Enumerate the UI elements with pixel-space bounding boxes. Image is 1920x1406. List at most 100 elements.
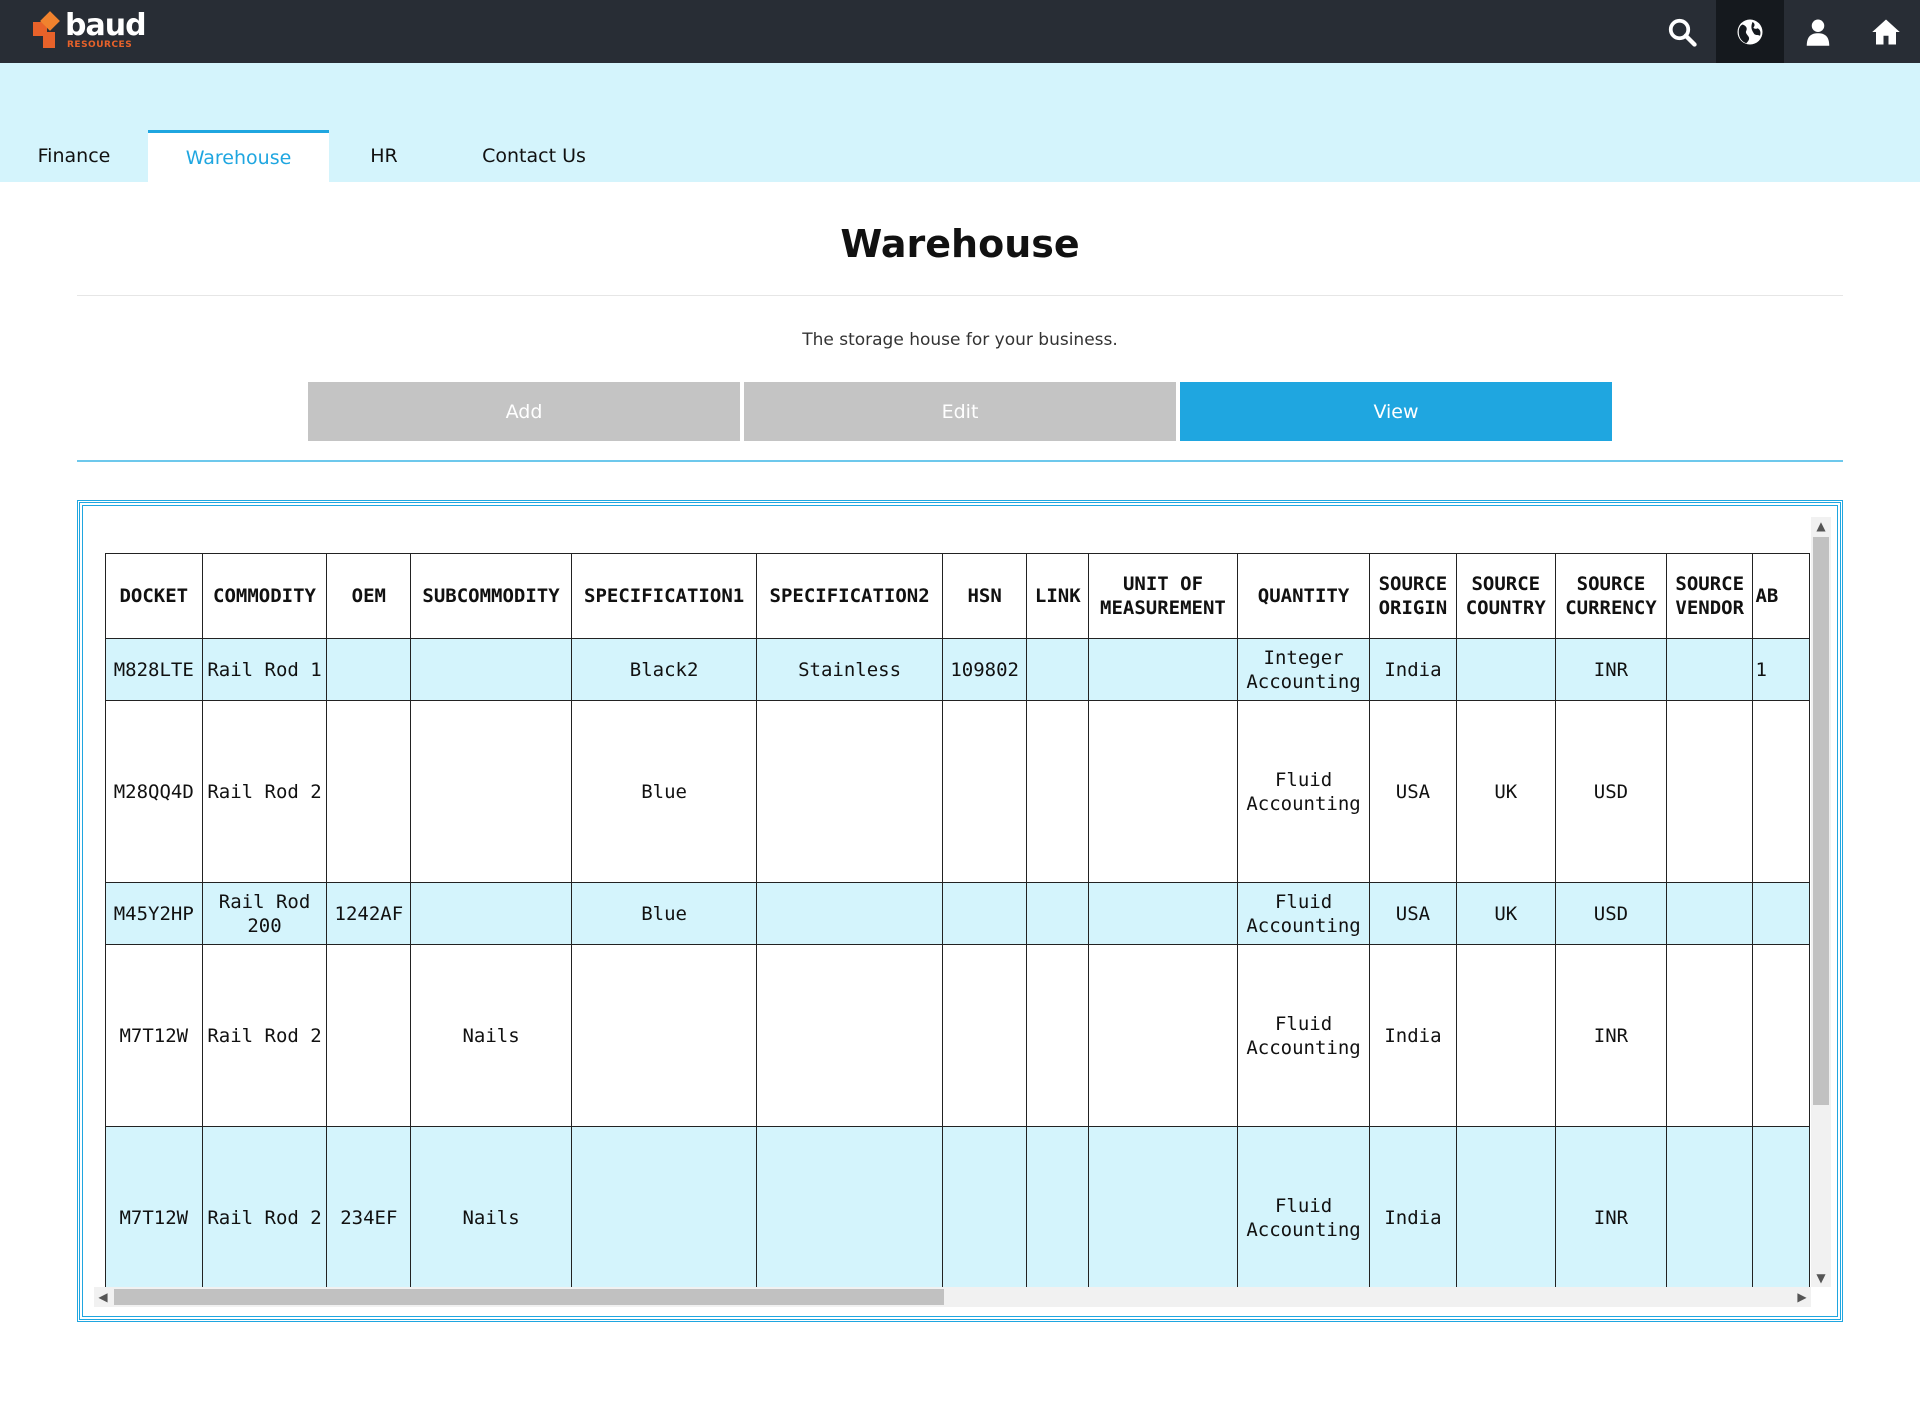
- table-cell: [1666, 1126, 1754, 1287]
- table-cell: 1242AF: [326, 882, 412, 945]
- table-cell: [941, 944, 1028, 1127]
- divider: [77, 295, 1843, 296]
- table-cell: [756, 944, 943, 1127]
- table-cell: INR: [1554, 1126, 1668, 1287]
- table-cell: M28QQ4D: [105, 700, 203, 883]
- page-title: Warehouse: [840, 222, 1080, 266]
- table-cell: [756, 1126, 943, 1287]
- table-cell: [1752, 882, 1810, 945]
- scroll-up-icon[interactable]: ▲: [1811, 517, 1831, 535]
- col-oem[interactable]: OEM: [326, 553, 412, 639]
- col-unit-of-measurement[interactable]: UNIT OF MEASUREMENT: [1088, 553, 1238, 639]
- globe-icon: [1737, 19, 1763, 44]
- edit-button[interactable]: Edit: [744, 382, 1176, 441]
- table-row[interactable]: M28QQ4D Rail Rod 2 Blue Fluid Accounting USA…: [105, 700, 1810, 883]
- table-cell: USA: [1369, 882, 1457, 945]
- table-cell: Blue: [570, 882, 758, 945]
- table-row[interactable]: M828LTE Rail Rod 1 Black2 Stainless 109802 In…: [105, 638, 1810, 701]
- col-specification1[interactable]: SPECIFICATION1: [570, 553, 758, 639]
- table-cell: 109802: [941, 638, 1028, 701]
- vertical-scrollbar[interactable]: ▲ ▼: [1811, 517, 1831, 1287]
- table-cell: [1666, 638, 1754, 701]
- brand-logo[interactable]: baud RESOURCES: [33, 11, 147, 52]
- table-cell: [1666, 700, 1754, 883]
- table-row[interactable]: M45Y2HP Rail Rod 200 1242AF Blue Fluid Accou…: [105, 882, 1810, 945]
- tab-finance[interactable]: Finance: [0, 130, 148, 182]
- home-icon: [1872, 19, 1900, 44]
- table-cell: [326, 638, 412, 701]
- table-cell: M828LTE: [105, 638, 203, 701]
- view-button[interactable]: View: [1180, 382, 1612, 441]
- table-cell: M45Y2HP: [105, 882, 203, 945]
- table-cell: USD: [1554, 882, 1668, 945]
- table-cell: India: [1369, 638, 1457, 701]
- table-cell: [1088, 882, 1238, 945]
- table-cell: M7T12W: [105, 1126, 203, 1287]
- table-cell: Rail Rod 200: [201, 882, 328, 945]
- table-cell: [1026, 638, 1090, 701]
- table-cell: India: [1369, 944, 1457, 1127]
- col-specification2[interactable]: SPECIFICATION2: [756, 553, 943, 639]
- account-button[interactable]: [1784, 0, 1852, 63]
- warehouse-table: DOCKET COMMODITY OEM SUBCOMMODITY SPECIF…: [105, 553, 1810, 1287]
- table-header-row: DOCKET COMMODITY OEM SUBCOMMODITY SPECIF…: [105, 553, 1810, 639]
- table-cell: USD: [1554, 700, 1668, 883]
- table-cell: 1: [1752, 638, 1810, 701]
- table-row[interactable]: M7T12W Rail Rod 2 Nails Fluid Accounting Ind…: [105, 944, 1810, 1127]
- table-cell: [1752, 700, 1810, 883]
- scroll-right-icon[interactable]: ▶: [1793, 1287, 1811, 1307]
- language-button[interactable]: [1716, 0, 1784, 63]
- col-source-origin[interactable]: SOURCE ORIGIN: [1369, 553, 1457, 639]
- table-cell: [1752, 1126, 1810, 1287]
- table-cell: [1455, 1126, 1556, 1287]
- table-cell: Fluid Accounting: [1236, 882, 1371, 945]
- table-cell: [1088, 700, 1238, 883]
- col-link[interactable]: LINK: [1026, 553, 1090, 639]
- col-source-vendor[interactable]: SOURCE VENDOR: [1666, 553, 1754, 639]
- scroll-left-icon[interactable]: ◀: [94, 1287, 112, 1307]
- table-cell: Blue: [570, 700, 758, 883]
- table-cell: Integer Accounting: [1236, 638, 1371, 701]
- table-viewport[interactable]: DOCKET COMMODITY OEM SUBCOMMODITY SPECIF…: [105, 553, 1810, 1287]
- table-cell: [756, 882, 943, 945]
- table-cell: [1088, 1126, 1238, 1287]
- tab-contact-us[interactable]: Contact Us: [439, 130, 629, 182]
- horizontal-scroll-thumb[interactable]: [114, 1289, 944, 1305]
- col-commodity[interactable]: COMMODITY: [201, 553, 328, 639]
- col-ab[interactable]: AB: [1752, 553, 1810, 639]
- col-hsn[interactable]: HSN: [941, 553, 1028, 639]
- table-cell: UK: [1455, 700, 1556, 883]
- vertical-scroll-thumb[interactable]: [1813, 537, 1829, 1105]
- col-quantity[interactable]: QUANTITY: [1236, 553, 1371, 639]
- table-cell: [1752, 944, 1810, 1127]
- table-cell: [1455, 944, 1556, 1127]
- tab-hr[interactable]: HR: [329, 130, 439, 182]
- table-cell: M7T12W: [105, 944, 203, 1127]
- user-icon: [1806, 19, 1830, 46]
- table-cell: INR: [1554, 944, 1668, 1127]
- table-cell: Rail Rod 1: [201, 638, 328, 701]
- col-source-country[interactable]: SOURCE COUNTRY: [1455, 553, 1556, 639]
- col-subcommodity[interactable]: SUBCOMMODITY: [410, 553, 572, 639]
- table-cell: Fluid Accounting: [1236, 944, 1371, 1127]
- table-cell: India: [1369, 1126, 1457, 1287]
- home-button[interactable]: [1852, 0, 1920, 63]
- search-button[interactable]: [1648, 0, 1716, 63]
- table-cell: [756, 700, 943, 883]
- col-docket[interactable]: DOCKET: [105, 553, 203, 639]
- table-cell: [941, 700, 1028, 883]
- table-cell: [941, 1126, 1028, 1287]
- scroll-down-icon[interactable]: ▼: [1811, 1269, 1831, 1287]
- horizontal-scrollbar[interactable]: ◀ ▶: [94, 1287, 1811, 1307]
- add-button[interactable]: Add: [308, 382, 740, 441]
- table-cell: Rail Rod 2: [201, 944, 328, 1127]
- table-cell: [326, 700, 412, 883]
- table-cell: [1026, 944, 1090, 1127]
- table-cell: Rail Rod 2: [201, 700, 328, 883]
- table-row[interactable]: M7T12W Rail Rod 2 234EF Nails Fluid Accounti…: [105, 1126, 1810, 1287]
- table-cell: Black2: [570, 638, 758, 701]
- top-bar: baud RESOURCES: [0, 0, 1920, 63]
- col-source-currency[interactable]: SOURCE CURRENCY: [1554, 553, 1668, 639]
- tab-warehouse[interactable]: Warehouse: [148, 130, 329, 182]
- table-panel: DOCKET COMMODITY OEM SUBCOMMODITY SPECIF…: [77, 500, 1843, 1322]
